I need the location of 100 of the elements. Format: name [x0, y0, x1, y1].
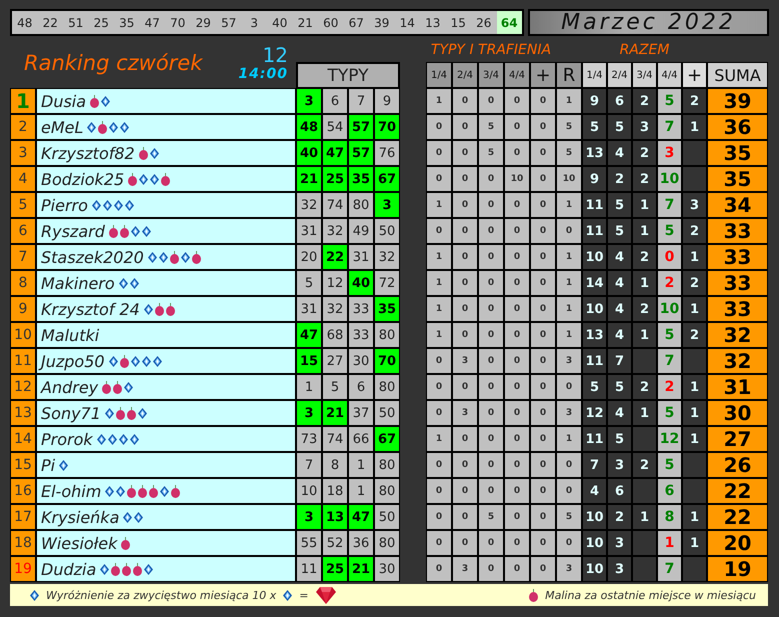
number-cell: 9 — [374, 88, 400, 114]
table-cell: 10 — [582, 530, 607, 556]
round-number: 12 — [262, 44, 288, 66]
rank-cell: 18 — [10, 530, 36, 556]
score-cell: 35 — [707, 166, 768, 192]
table-cell: 0 — [452, 530, 478, 556]
rank-cell: 2 — [10, 114, 36, 140]
score-cell: 33 — [707, 270, 768, 296]
table-cell: 0 — [478, 374, 504, 400]
table-cell: 0 — [530, 478, 556, 504]
table-cell: 5 — [657, 322, 682, 348]
player-name: Andrey — [41, 378, 98, 396]
column-header: 3/4 — [632, 62, 657, 88]
player-name: Dudzia — [41, 560, 96, 578]
table-cell: 2 — [632, 452, 657, 478]
table-cell: 11 — [582, 426, 607, 452]
player-name: Makinero — [41, 274, 115, 292]
table-cell: 0 — [426, 374, 452, 400]
number-cell: 31 — [296, 296, 322, 322]
table-cell: 0 — [478, 270, 504, 296]
section-heading: RAZEM — [618, 41, 670, 60]
player-name: Staszek2020 — [41, 248, 144, 266]
hit-number-cell: 3 — [374, 192, 400, 218]
number-cell: 50 — [374, 504, 400, 530]
table-cell: 0 — [426, 504, 452, 530]
table-cell: 10 — [582, 296, 607, 322]
number-cell: 31 — [348, 244, 374, 270]
table-cell: 6 — [607, 88, 632, 114]
table-cell: 1 — [682, 296, 707, 322]
drawn-number: 21 — [296, 14, 314, 32]
number-cell: 12 — [322, 270, 348, 296]
column-header: 2/4 — [607, 62, 632, 88]
number-cell: 32 — [322, 296, 348, 322]
table-cell: 0 — [452, 478, 478, 504]
table-cell: 10 — [582, 556, 607, 582]
table-cell: 1 — [556, 426, 582, 452]
table-cell: 3 — [556, 400, 582, 426]
legend-text: Wyróżnienie za zwycięstwo miesiąca 10 x — [46, 588, 276, 602]
table-cell: 5 — [582, 374, 607, 400]
table-cell: 11 — [582, 348, 607, 374]
number-cell: 50 — [374, 400, 400, 426]
table-cell: 1 — [556, 296, 582, 322]
table-cell: 0 — [504, 452, 530, 478]
number-cell: 80 — [348, 192, 374, 218]
number-cell: 1 — [348, 452, 374, 478]
table-cell: 2 — [682, 322, 707, 348]
table-cell: 0 — [504, 218, 530, 244]
rank-cell: 5 — [10, 192, 36, 218]
table-cell: 4 — [607, 400, 632, 426]
draw-time: 14:00 — [238, 66, 288, 82]
number-cell: 80 — [374, 478, 400, 504]
hit-number-cell: 57 — [348, 114, 374, 140]
table-cell: 0 — [452, 504, 478, 530]
drawn-number: 60 — [322, 14, 340, 32]
table-cell: 0 — [530, 322, 556, 348]
table-cell: 1 — [426, 426, 452, 452]
table-cell: 3 — [452, 348, 478, 374]
rank-cell: 16 — [10, 478, 36, 504]
table-cell: 0 — [530, 270, 556, 296]
score-cell: 34 — [707, 192, 768, 218]
table-cell: 1 — [682, 504, 707, 530]
table-cell: 7 — [582, 452, 607, 478]
player-name: Wiesiołek — [41, 534, 118, 552]
table-cell: 1 — [682, 114, 707, 140]
table-cell: 3 — [607, 556, 632, 582]
table-cell: 3 — [607, 452, 632, 478]
table-cell: 0 — [478, 192, 504, 218]
table-cell: 0 — [504, 530, 530, 556]
table-cell: 5 — [607, 192, 632, 218]
table-cell: 5 — [607, 426, 632, 452]
number-cell: 72 — [374, 270, 400, 296]
table-cell: 0 — [530, 166, 556, 192]
table-cell: 6 — [607, 478, 632, 504]
table-cell: 3 — [452, 556, 478, 582]
table-cell: 5 — [556, 504, 582, 530]
table-cell: 0 — [478, 556, 504, 582]
table-cell: 0 — [478, 166, 504, 192]
table-cell: 5 — [607, 218, 632, 244]
table-cell: 8 — [657, 504, 682, 530]
table-cell: 7 — [657, 192, 682, 218]
score-cell: 22 — [707, 478, 768, 504]
table-cell: 3 — [607, 530, 632, 556]
hit-number-cell: 47 — [322, 140, 348, 166]
table-cell: 0 — [504, 270, 530, 296]
rank-cell: 4 — [10, 166, 36, 192]
column-header: 1/4 — [582, 62, 607, 88]
number-cell: 7 — [296, 452, 322, 478]
table-cell: 5 — [556, 114, 582, 140]
table-cell: 2 — [682, 88, 707, 114]
number-cell: 27 — [322, 348, 348, 374]
table-cell: 0 — [452, 452, 478, 478]
table-cell: 3 — [657, 140, 682, 166]
table-cell: 7 — [657, 114, 682, 140]
table-cell: 3 — [632, 114, 657, 140]
hit-number-cell: 22 — [322, 244, 348, 270]
score-cell: 32 — [707, 348, 768, 374]
table-cell: 3 — [556, 556, 582, 582]
table-cell: 1 — [556, 322, 582, 348]
table-cell: 0 — [530, 88, 556, 114]
table-cell: 4 — [607, 270, 632, 296]
